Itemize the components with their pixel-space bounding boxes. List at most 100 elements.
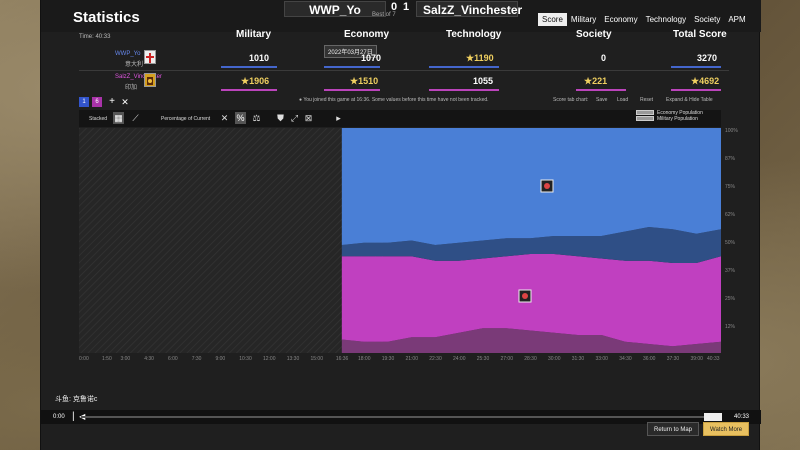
x-tick-label: 33:00 [595, 356, 608, 362]
tab-technology[interactable]: Technology [642, 13, 690, 26]
y-axis: 100% 87% 75% 62% 50% 37% 25% 12% [723, 126, 743, 356]
x-tick-label: 28:30 [524, 356, 537, 362]
player1-name: WWP_Yo [284, 1, 386, 17]
col-technology: Technology [446, 29, 502, 40]
expand-hide-button[interactable]: Expand & Hide Table [666, 97, 713, 109]
x-tick-label: 40:33 [707, 356, 720, 362]
watch-more-button[interactable]: Watch More [703, 422, 750, 436]
player2-name: SalzZ_Vinchester [416, 1, 522, 17]
x-tick-label: 37:30 [666, 356, 680, 362]
info-icon: ● [299, 97, 303, 103]
statistics-panel: Statistics WWP_Yo 0 1 SalzZ_Vinchester B… [40, 0, 761, 450]
chat-line: 斗鱼: 克鲁诺c [55, 396, 98, 403]
y-tick-label: 12% [725, 324, 736, 330]
save-button[interactable]: Save [596, 97, 607, 109]
x-tick-label: 16:36 [335, 356, 349, 362]
return-to-map-button[interactable]: Return to Map [647, 422, 700, 436]
x-tick-label: 24:00 [452, 356, 466, 362]
row1-economy-bar [324, 66, 380, 68]
line-chart-icon[interactable]: ⟋ [130, 112, 141, 124]
col-total-score: Total Score [673, 29, 727, 40]
tab-score[interactable]: Score [538, 13, 567, 26]
legend-item[interactable]: Military Population [636, 116, 703, 122]
expand-icon[interactable]: ⤢ [289, 112, 300, 124]
best-star-icon: ★ [241, 76, 250, 86]
scale-icon[interactable]: ⚖ [251, 112, 262, 124]
row2-economy: ★1510 [350, 76, 379, 86]
fit-icon[interactable]: ⊠ [303, 112, 314, 124]
percent-icon[interactable]: % [235, 112, 246, 124]
stacked-label: Stacked [89, 116, 108, 122]
row1-society: 0 [601, 53, 607, 63]
y-tick-label: 100% [725, 128, 738, 134]
x-tick-label: 1:50 [102, 356, 112, 362]
legend-swatch [636, 110, 654, 116]
y-tick-label: 25% [725, 296, 736, 302]
close-icon[interactable]: ✕ [120, 97, 130, 107]
best-star-icon: ★ [691, 76, 700, 86]
x-tick-label: 34:30 [619, 356, 632, 362]
x-tick-label: 27:00 [500, 356, 513, 362]
x-tick-label: 15:00 [310, 356, 323, 362]
player1-filter-toggle[interactable]: 1 [79, 97, 89, 107]
row1-military: 1010 [249, 53, 270, 63]
timeline-handle[interactable] [704, 413, 722, 421]
page-title: Statistics [73, 9, 140, 26]
row1-economy: 1070 [361, 53, 382, 63]
row-separator [79, 70, 729, 71]
y-tick-label: 62% [725, 212, 736, 218]
x-tick-label: 7:30 [191, 356, 202, 362]
tab-society[interactable]: Society [690, 13, 724, 26]
player2-score: 1 [403, 1, 410, 13]
x-tick-label: 6:00 [167, 356, 178, 362]
row1-player-name[interactable]: WWP_Yo [115, 51, 140, 57]
best-star-icon: ★ [584, 76, 593, 86]
row2-society: ★221 [584, 76, 608, 86]
timeline-end: 40:33 [734, 414, 750, 420]
chart-tab-label: Score tab chart: [553, 97, 589, 103]
y-tick-label: 50% [725, 240, 736, 246]
stat-tabs: Score Military Economy Technology Societ… [538, 13, 750, 26]
play-icon[interactable]: ▸ [333, 112, 344, 124]
timeline-start: 0:00 [53, 414, 65, 420]
stacked-area-icon[interactable]: ▦ [113, 112, 124, 124]
row2-economy-bar [324, 89, 380, 91]
add-icon[interactable]: + [107, 97, 117, 107]
x-tick-label: 12:00 [262, 356, 276, 362]
best-star-icon: ★ [466, 53, 475, 63]
row1-technology: ★1190 [466, 53, 494, 63]
x-tick-label: 19:30 [381, 356, 395, 362]
inca-civ-icon [144, 73, 156, 87]
tab-economy[interactable]: Economy [600, 13, 641, 26]
x-axis: 0:00 1:50 3:00 4:30 6:00 7:30 9:00 10:30 12:00 13… [79, 356, 721, 364]
tab-apm[interactable]: APM [724, 13, 749, 26]
row2-technology-bar [429, 89, 499, 91]
x-tick-label: 31:30 [571, 356, 585, 362]
row2-civ: 印加 [125, 85, 138, 91]
y-tick-label: 87% [725, 156, 736, 162]
load-button[interactable]: Load [617, 97, 628, 109]
shield-icon[interactable]: ⛊ [275, 112, 286, 124]
timeline-track[interactable] [81, 416, 706, 418]
tracking-notice: ● You joined this game at 16:36. Some va… [299, 97, 489, 103]
x-tick-label: 21:00 [405, 356, 418, 362]
italy-civ-icon [144, 50, 156, 64]
series-area-wwp_yo-economy-population[interactable] [341, 128, 721, 245]
x-toggle-icon[interactable]: ✕ [219, 112, 230, 124]
tab-military[interactable]: Military [567, 13, 600, 26]
y-tick-label: 37% [725, 268, 736, 274]
best-of-label: Best of 7 [372, 12, 396, 18]
x-tick-label: 22:30 [429, 356, 442, 362]
player2-filter-toggle[interactable]: 6 [92, 97, 102, 107]
x-tick-label: 25:30 [476, 356, 490, 362]
row1-military-bar [221, 66, 277, 68]
player2-marker-icon[interactable] [518, 289, 532, 303]
x-tick-label: 30:00 [547, 356, 561, 362]
player1-marker-icon[interactable] [540, 179, 554, 193]
reset-button[interactable]: Reset [640, 97, 653, 109]
stacked-area-chart[interactable] [79, 128, 721, 353]
chart-toolbar: Stacked ▦ ⟋ Percentage of Current ✕ % ⚖ … [79, 110, 721, 127]
col-society: Society [576, 29, 612, 40]
row2-total-bar [671, 89, 721, 91]
row1-total-bar [671, 66, 721, 68]
